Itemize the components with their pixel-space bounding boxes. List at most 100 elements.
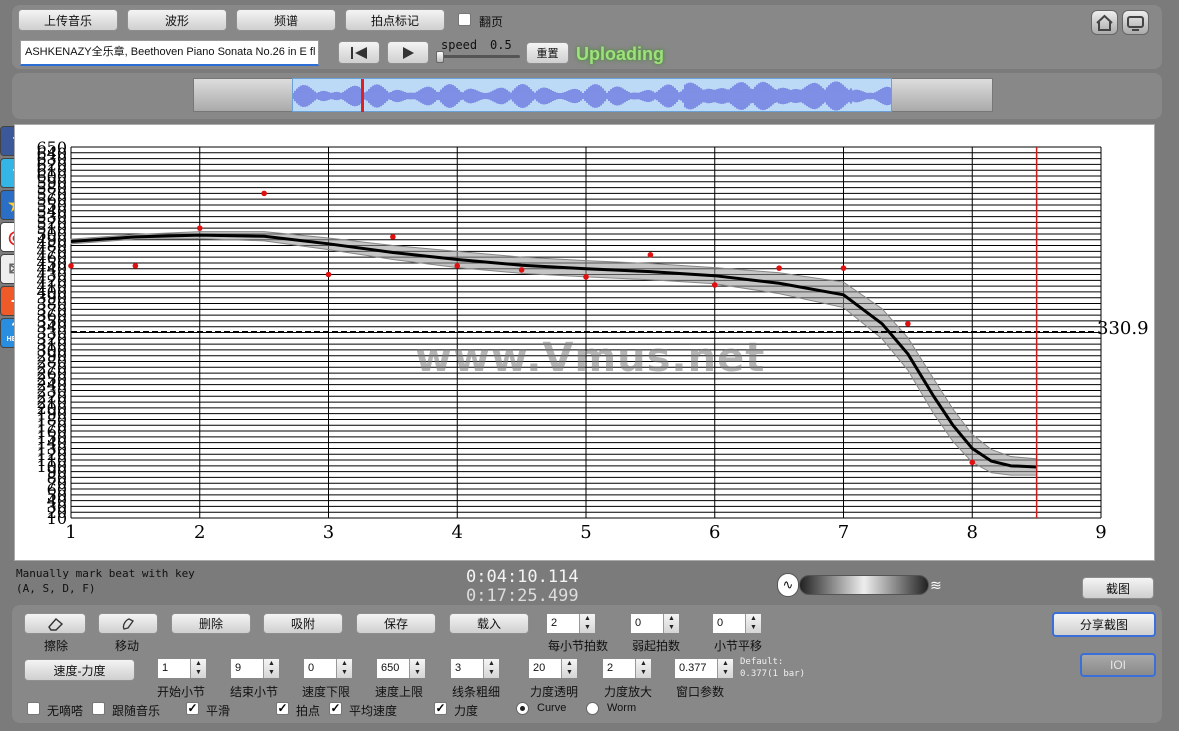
dynamics-checkbox[interactable]: ✓	[434, 702, 447, 715]
reference-line-label: 330.9	[1097, 318, 1149, 339]
stepper-arrows-icon[interactable]: ▲ ▼	[717, 659, 733, 678]
reset-button[interactable]: 重置	[526, 42, 569, 64]
speed-slider-track[interactable]	[438, 55, 520, 58]
tempo-min-input[interactable]: 0 ▲ ▼	[303, 658, 353, 679]
beat-tempo-point	[518, 267, 525, 273]
screen-icon[interactable]	[1122, 10, 1149, 35]
beat-tempo-point	[840, 265, 847, 271]
move-hand-icon	[122, 617, 134, 630]
stepper-arrows-icon[interactable]: ▲ ▼	[635, 659, 651, 678]
bar-shift-input[interactable]: 0 ▲ ▼	[712, 613, 762, 634]
stepper-arrows-icon[interactable]: ▲ ▼	[663, 614, 679, 633]
waveform-selection[interactable]	[292, 78, 892, 112]
dynamics-zoom-label: 力度放大	[604, 685, 653, 699]
track-title-field[interactable]: ASHKENAZY全乐章, Beethoven Piano Sonata No.…	[20, 40, 319, 66]
waveform-button[interactable]: 波形	[127, 9, 227, 31]
end-bar-input[interactable]: 9 ▲ ▼	[230, 658, 280, 679]
window-param-label: 窗口参数	[676, 685, 725, 699]
save-button[interactable]: 保存	[356, 613, 436, 634]
waveform-graph	[293, 81, 891, 111]
volume-control[interactable]: ∿ ≋	[777, 573, 954, 597]
play-icon	[403, 46, 414, 59]
x-tick-label: 7	[838, 522, 849, 543]
dynamics-zoom-input[interactable]: 2 ▲ ▼	[602, 658, 652, 679]
speed-value: 0.5	[490, 38, 512, 52]
y-tick-label: 650	[36, 138, 67, 157]
screenshot-button[interactable]: 截图	[1082, 577, 1154, 599]
stepper-arrows-icon[interactable]: ▲ ▼	[561, 659, 577, 678]
beat-tempo-point	[196, 225, 203, 231]
tempo-max-label: 速度上限	[375, 685, 424, 699]
smooth-label: 平滑	[206, 704, 231, 718]
beat-point-checkbox[interactable]: ✓	[276, 702, 289, 715]
no-beep-label: 无嘀嗒	[47, 704, 84, 718]
pickup-beats-input[interactable]: 0 ▲ ▼	[630, 613, 680, 634]
erase-button[interactable]	[24, 613, 86, 634]
current-time: 0:04:10.114	[466, 567, 579, 587]
beats-per-bar-label: 每小节拍数	[548, 639, 609, 653]
smooth-checkbox[interactable]: ✓	[186, 702, 199, 715]
stepper-arrows-icon[interactable]: ▲ ▼	[336, 659, 352, 678]
page-turn-label: 翻页	[479, 15, 504, 29]
pickup-beats-label: 弱起拍数	[632, 639, 681, 653]
tempo-max-input[interactable]: 650 ▲ ▼	[376, 658, 426, 679]
window-param-input[interactable]: 0.377 ▲ ▼	[674, 658, 734, 679]
tempo-min-label: 速度下限	[302, 685, 351, 699]
eraser-icon	[48, 617, 64, 631]
stepper-arrows-icon[interactable]: ▲ ▼	[263, 659, 279, 678]
follow-music-label: 跟随音乐	[112, 704, 161, 718]
spectrum-button[interactable]: 频谱	[236, 9, 336, 31]
beat-tempo-point	[390, 234, 396, 240]
stepper-arrows-icon[interactable]: ▲ ▼	[745, 614, 761, 633]
stepper-arrows-icon[interactable]: ▲ ▼	[190, 659, 206, 678]
ioi-button[interactable]: IOI	[1080, 653, 1156, 677]
erase-label: 擦除	[44, 639, 69, 653]
worm-label: Worm	[607, 702, 637, 714]
follow-music-checkbox[interactable]	[92, 702, 105, 715]
play-button[interactable]	[387, 41, 429, 64]
curve-radio[interactable]	[516, 702, 529, 715]
beat-mark-button[interactable]: 拍点标记	[345, 9, 445, 31]
avg-tempo-checkbox[interactable]: ✓	[329, 702, 342, 715]
radio-dot-icon	[520, 706, 525, 711]
tempo-dynamics-mode-button[interactable]: 速度-力度	[24, 659, 135, 681]
x-tick-label: 4	[452, 522, 463, 543]
beat-tempo-point	[132, 263, 139, 269]
skip-to-start-button[interactable]	[338, 41, 380, 64]
volume-gradient-bar[interactable]	[799, 575, 929, 595]
stepper-arrows-icon[interactable]: ▲ ▼	[483, 659, 499, 678]
beat-tempo-point	[68, 263, 74, 269]
speed-slider-thumb[interactable]	[436, 51, 444, 63]
waveform-playhead[interactable]	[361, 79, 364, 112]
worm-radio[interactable]	[586, 702, 599, 715]
move-button[interactable]	[98, 613, 158, 634]
curve-label: Curve	[537, 702, 567, 714]
start-bar-label: 开始小节	[157, 685, 206, 699]
chart-area[interactable]: 1 2 3 4 5 6 7 8 9 10 20 30 40 50 60 70 80 90 100 110 120 130 1…	[14, 124, 1155, 561]
beats-per-bar-input[interactable]: 2 ▲ ▼	[546, 613, 596, 634]
page-turn-checkbox[interactable]	[458, 13, 471, 26]
dynamics-opacity-input[interactable]: 20 ▲ ▼	[528, 658, 578, 679]
stepper-arrows-icon[interactable]: ▲ ▼	[579, 614, 595, 633]
move-label: 移动	[115, 639, 140, 653]
dynamics-label: 力度	[454, 704, 479, 718]
x-tick-label: 3	[323, 522, 334, 543]
delete-button[interactable]: 删除	[171, 613, 251, 634]
beat-tempo-point	[776, 265, 782, 271]
attach-button[interactable]: 吸附	[263, 613, 343, 634]
stepper-arrows-icon[interactable]: ▲ ▼	[409, 659, 425, 678]
dynamics-opacity-label: 力度透明	[530, 685, 579, 699]
line-width-label: 线条粗细	[452, 685, 501, 699]
load-button[interactable]: 载入	[449, 613, 529, 634]
no-beep-checkbox[interactable]	[27, 702, 40, 715]
start-bar-input[interactable]: 1 ▲ ▼	[157, 658, 207, 679]
share-screenshot-button[interactable]: 分享截图	[1052, 612, 1156, 637]
x-tick-label: 2	[194, 522, 205, 543]
upload-music-button[interactable]: 上传音乐	[18, 9, 118, 31]
beat-tempo-point	[969, 459, 976, 466]
beat-tempo-point	[711, 282, 718, 288]
home-icon[interactable]	[1091, 10, 1118, 35]
line-width-input[interactable]: 3 ▲ ▼	[450, 658, 500, 679]
x-tick-label: 5	[580, 522, 591, 543]
wave-right-icon: ≋	[930, 577, 942, 593]
